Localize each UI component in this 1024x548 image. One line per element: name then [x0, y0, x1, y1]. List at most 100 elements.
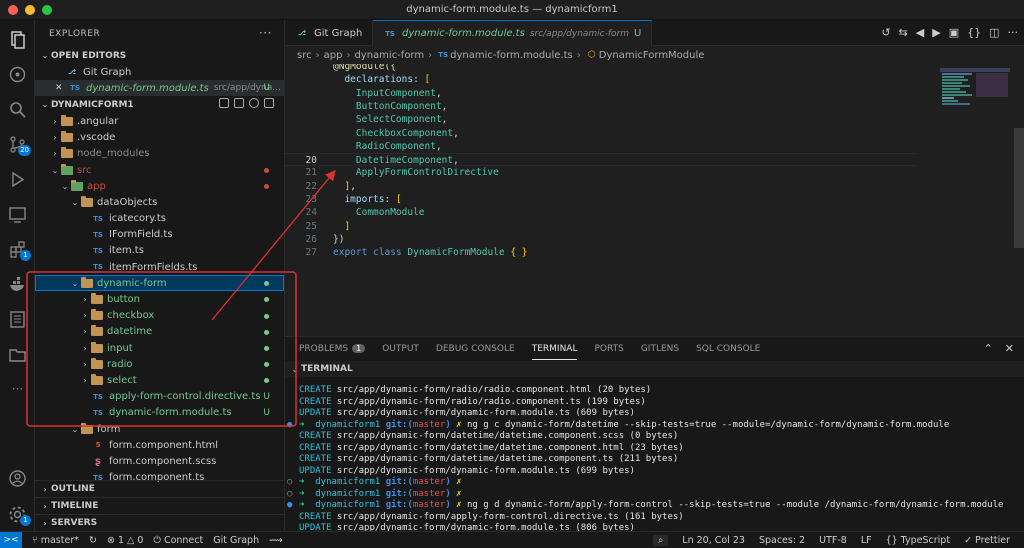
- more-actions-icon[interactable]: ···: [1008, 26, 1019, 39]
- section-outline[interactable]: › OUTLINE: [35, 480, 284, 497]
- editor-tab[interactable]: ⎇ Git Graph: [285, 20, 374, 46]
- open-editors-list: ⎇ Git Graph ✕ TS dynamic-form.module.ts src/a…: [35, 64, 284, 97]
- minimize-window-button[interactable]: [25, 5, 35, 15]
- tree-item[interactable]: TS apply-form-control.directive.ts U: [35, 389, 284, 405]
- sync-icon[interactable]: ↻: [89, 535, 97, 546]
- section-timeline[interactable]: › TIMELINE: [35, 497, 284, 514]
- open-editor-item[interactable]: ⎇ Git Graph: [35, 64, 284, 80]
- tree-item[interactable]: ⌄ dataObjects: [35, 194, 284, 210]
- tree-item[interactable]: › checkbox: [35, 308, 284, 324]
- panel-tab-sql-console[interactable]: SQL CONSOLE: [696, 339, 760, 359]
- tree-item[interactable]: › input: [35, 340, 284, 356]
- tree-item[interactable]: TS icatecory.ts: [35, 211, 284, 227]
- status-item[interactable]: UTF-8: [819, 535, 847, 546]
- status-item[interactable]: ✓ Prettier: [964, 535, 1010, 546]
- git-graph-icon[interactable]: [0, 59, 35, 89]
- split-editor-icon[interactable]: ◫: [989, 26, 999, 39]
- section-servers[interactable]: › SERVERS: [35, 514, 284, 531]
- prev-change-icon[interactable]: ◀: [916, 26, 924, 39]
- close-icon[interactable]: ✕: [55, 83, 63, 93]
- tree-item[interactable]: ⌄ app: [35, 178, 284, 194]
- timeline-icon[interactable]: ↺: [881, 26, 890, 39]
- window-controls[interactable]: [8, 5, 52, 15]
- refresh-icon[interactable]: [249, 98, 259, 109]
- tree-item[interactable]: TS IFormField.ts: [35, 227, 284, 243]
- breadcrumb-item[interactable]: src: [297, 50, 312, 61]
- extensions-icon[interactable]: 1: [0, 234, 35, 264]
- tree-item[interactable]: › radio: [35, 356, 284, 372]
- tree-item[interactable]: ⌄ dynamic-form: [35, 275, 284, 292]
- tree-item[interactable]: 5 form.component.html: [35, 437, 284, 453]
- chevron-down-icon[interactable]: ⌄: [289, 365, 301, 374]
- typescript-icon: TS: [93, 230, 103, 239]
- code-editor[interactable]: @NgModule({ declarations: [ InputCompone…: [285, 64, 1024, 354]
- branch-indicator[interactable]: ⑂ master*: [32, 535, 79, 546]
- tree-item[interactable]: ⌄ form: [35, 421, 284, 437]
- git-graph-status[interactable]: Git Graph: [213, 535, 259, 546]
- panel-tab-ports[interactable]: PORTS: [594, 339, 623, 359]
- panel-tab-output[interactable]: OUTPUT: [382, 339, 419, 359]
- tree-item[interactable]: › button: [35, 291, 284, 307]
- maximize-panel-icon[interactable]: ⌃: [984, 342, 993, 355]
- tree-item[interactable]: › datetime: [35, 324, 284, 340]
- close-panel-icon[interactable]: ✕: [1005, 342, 1014, 355]
- breadcrumb-item[interactable]: dynamic-form: [354, 50, 424, 61]
- panel-tab-terminal[interactable]: TERMINAL: [531, 339, 578, 360]
- breadcrumb-item[interactable]: DynamicFormModule: [599, 50, 705, 61]
- open-editors-section[interactable]: ⌄ OPEN EDITORS: [35, 47, 284, 64]
- open-editor-item[interactable]: ✕ TS dynamic-form.module.ts src/app/dyna...…: [35, 80, 284, 97]
- run-debug-icon[interactable]: [0, 164, 35, 194]
- status-item[interactable]: Spaces: 2: [759, 535, 805, 546]
- tree-item[interactable]: ⌄ src: [35, 162, 284, 178]
- tree-item[interactable]: TS item.ts: [35, 243, 284, 259]
- close-window-button[interactable]: [8, 5, 18, 15]
- panel-tab-problems[interactable]: PROBLEMS 1: [299, 339, 366, 359]
- remote-indicator[interactable]: ><: [0, 532, 22, 548]
- problems-indicator[interactable]: ⊗ 1 △ 0: [107, 535, 143, 546]
- terminal-token: ng g c dynamic-form/datetime --skip-test…: [467, 419, 950, 430]
- zoom-window-button[interactable]: [42, 5, 52, 15]
- docker-icon[interactable]: [0, 269, 35, 299]
- minimap[interactable]: [940, 68, 1010, 128]
- terminal-output[interactable]: CREATE src/app/dynamic-form/radio/radio.…: [285, 385, 1005, 532]
- more-icon[interactable]: ···: [0, 374, 35, 404]
- braces-icon[interactable]: {}: [967, 26, 981, 39]
- editor-scrollbar[interactable]: [1014, 128, 1024, 248]
- compare-icon[interactable]: ⇆: [899, 26, 908, 39]
- new-file-icon[interactable]: [219, 98, 229, 109]
- tree-item[interactable]: › .vscode: [35, 130, 284, 146]
- source-control-icon[interactable]: 20: [0, 129, 35, 159]
- explorer-icon[interactable]: [0, 24, 35, 54]
- zoom-search-icon[interactable]: ⌕: [652, 534, 669, 546]
- collapse-all-icon[interactable]: [264, 98, 274, 109]
- live-share-icon[interactable]: ⟿: [269, 535, 283, 546]
- project-section[interactable]: ⌄ DYNAMICFORM1: [35, 96, 284, 113]
- tree-item[interactable]: › .angular: [35, 113, 284, 129]
- remote-explorer-icon[interactable]: [0, 199, 35, 229]
- code-token: ,: [441, 114, 448, 126]
- editor-tab[interactable]: TS dynamic-form.module.ts src/app/dynamic-…: [373, 20, 653, 46]
- tree-item[interactable]: ʂ form.component.scss: [35, 453, 284, 469]
- next-change-icon[interactable]: ▶: [932, 26, 940, 39]
- panel-tab-gitlens[interactable]: GITLENS: [641, 339, 679, 359]
- manage-gear-icon[interactable]: 1: [0, 499, 35, 529]
- tree-item[interactable]: TS dynamic-form.module.ts U: [35, 405, 284, 421]
- connect-button[interactable]: ⏻ Connect: [153, 535, 203, 546]
- tree-item[interactable]: › select: [35, 372, 284, 388]
- status-item[interactable]: Ln 20, Col 23: [682, 535, 745, 546]
- account-icon[interactable]: [0, 463, 35, 493]
- save-icon[interactable]: ▣: [949, 26, 959, 39]
- tree-item[interactable]: TS itemFormFields.ts: [35, 259, 284, 275]
- new-folder-icon[interactable]: [234, 98, 244, 109]
- terminal-token: CREATE: [299, 396, 332, 407]
- status-item[interactable]: LF: [861, 535, 872, 546]
- breadcrumb-item[interactable]: dynamic-form.module.ts: [450, 50, 573, 61]
- more-actions-icon[interactable]: ···: [259, 26, 272, 40]
- folder-icon[interactable]: [0, 339, 35, 369]
- panel-tab-debug-console[interactable]: DEBUG CONSOLE: [436, 339, 515, 359]
- search-icon[interactable]: [0, 94, 35, 124]
- status-item[interactable]: {} TypeScript: [886, 535, 950, 546]
- breadcrumb-item[interactable]: app: [324, 50, 343, 61]
- notebook-icon[interactable]: [0, 304, 35, 334]
- tree-item[interactable]: › node_modules: [35, 146, 284, 162]
